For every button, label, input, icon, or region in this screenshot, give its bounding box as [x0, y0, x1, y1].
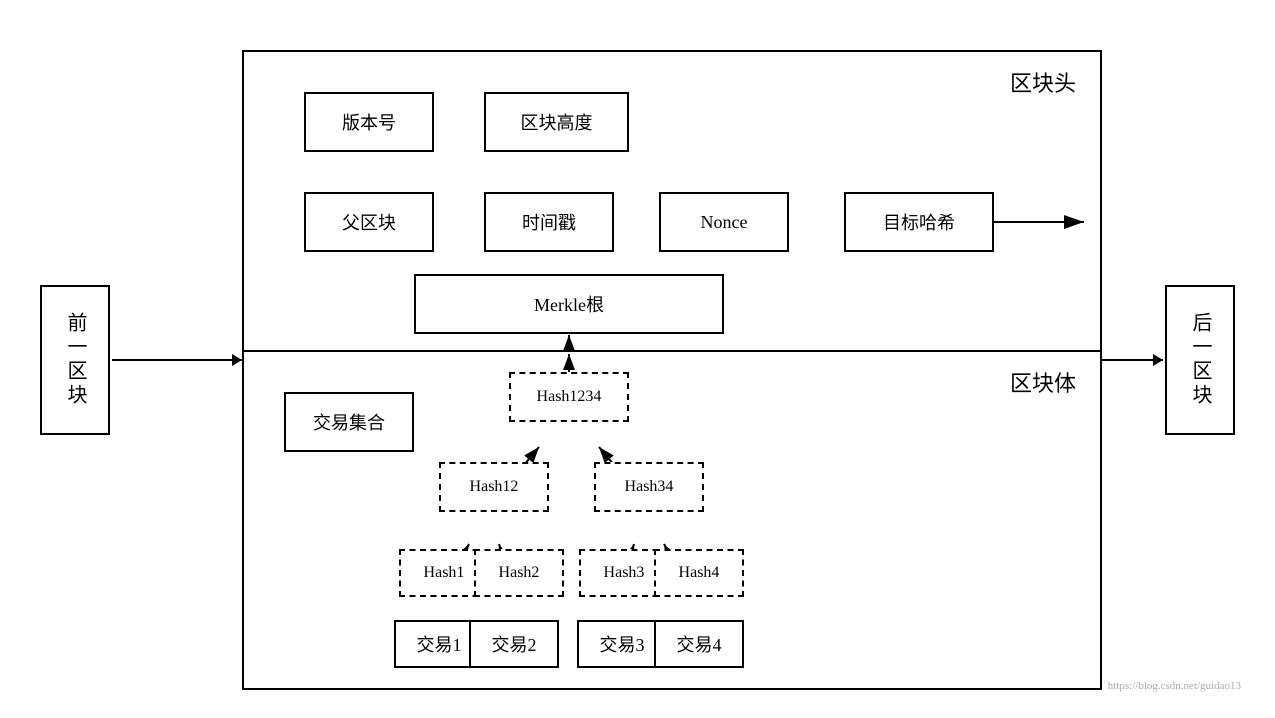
timestamp-box: 时间戳	[484, 192, 614, 252]
target-hash-box: 目标哈希	[844, 192, 994, 252]
block-body-label: 区块体	[1010, 366, 1076, 398]
parent-block-box: 父区块	[304, 192, 434, 252]
hash4-box: Hash4	[654, 549, 744, 597]
block-header-label: 区块头	[1010, 66, 1076, 98]
tx2-box: 交易2	[469, 620, 559, 668]
hash12-box: Hash12	[439, 462, 549, 512]
prev-block: 前一区块	[40, 285, 110, 435]
next-block: 后一区块	[1165, 285, 1235, 435]
hash34-box: Hash34	[594, 462, 704, 512]
block-height-box: 区块高度	[484, 92, 629, 152]
watermark: https://blog.csdn.net/guidao13	[1108, 680, 1241, 692]
block-header-section: 区块头 版本号 区块高度 父区块 时间戳 Nonce	[244, 52, 1100, 352]
nonce-box: Nonce	[659, 192, 789, 252]
main-block: 区块头 版本号 区块高度 父区块 时间戳 Nonce	[242, 50, 1102, 690]
diagram: 前一区块 后一区块 区块头 版本号 区块高度 父区块 时间戳	[20, 20, 1255, 700]
hash1234-box: Hash1234	[509, 372, 629, 422]
version-box: 版本号	[304, 92, 434, 152]
hash2-box: Hash2	[474, 549, 564, 597]
tx-set-box: 交易集合	[284, 392, 414, 452]
arrow-prev-to-main	[112, 359, 242, 361]
merkle-root-box: Merkle根	[414, 274, 724, 334]
tx4-box: 交易4	[654, 620, 744, 668]
block-body-section: 区块体 交易集合	[244, 352, 1100, 692]
